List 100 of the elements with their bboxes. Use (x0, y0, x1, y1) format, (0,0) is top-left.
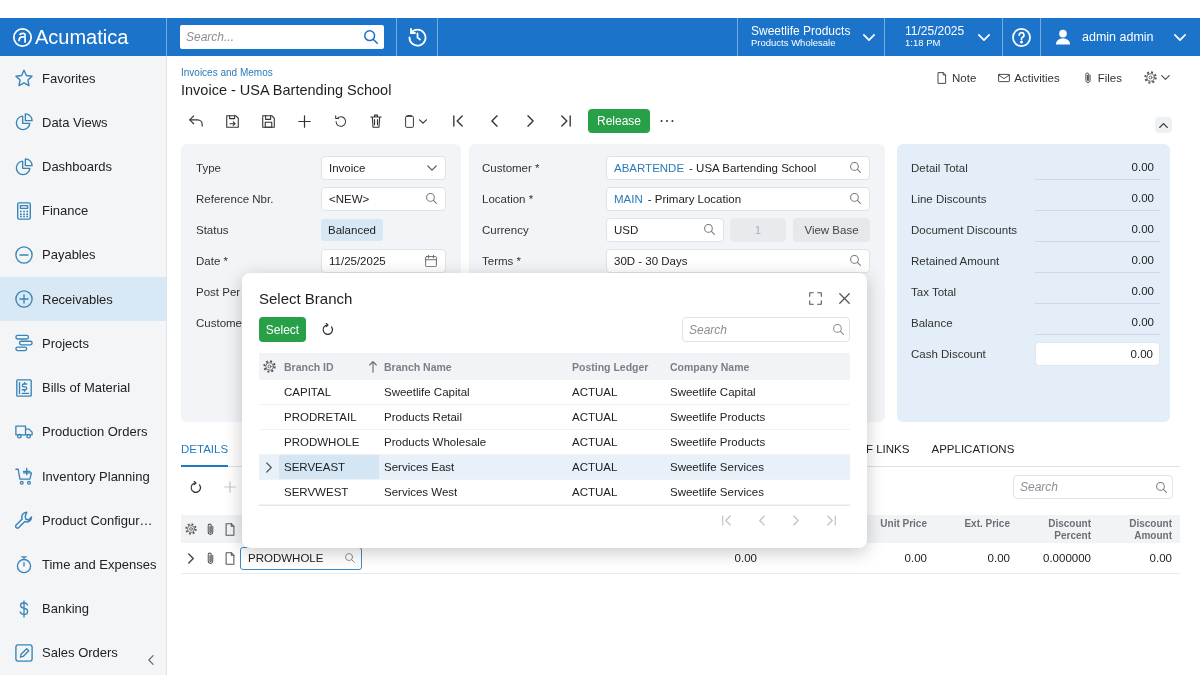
undo-icon[interactable] (333, 114, 347, 128)
help-icon[interactable] (1012, 27, 1031, 47)
table-cell-text: 0.00 (733, 552, 758, 564)
search-icon[interactable] (833, 324, 844, 335)
return-arrow-icon[interactable] (189, 115, 203, 127)
plus-icon[interactable] (297, 114, 311, 128)
breadcrumb-link[interactable]: Invoices and Memos (181, 66, 392, 80)
sidebar-item[interactable]: Product Configur… (0, 498, 166, 543)
view-base-button[interactable]: View Base (793, 217, 870, 242)
action-button[interactable]: Activities (998, 71, 1060, 84)
sidebar-item[interactable]: Payables (0, 232, 166, 278)
tab[interactable]: APPLICATIONS (931, 432, 1015, 467)
action-button[interactable]: Note (936, 71, 977, 84)
lookup-field[interactable]: USD (606, 217, 724, 242)
user-menu[interactable]: admin admin (1040, 18, 1200, 56)
dropdown-field[interactable]: Invoice (321, 155, 446, 180)
minus-circle-icon (15, 246, 33, 264)
table-row[interactable]: CAPITAL Sweetlife Capital ACTUAL Sweetlife Capital (259, 380, 850, 405)
search-field[interactable]: Search (682, 317, 850, 342)
chevron-left-icon[interactable] (490, 115, 498, 127)
lookup-field[interactable]: <NEW> (321, 186, 446, 211)
search-field[interactable]: Search... (180, 25, 384, 49)
sidebar-item[interactable]: Bills of Material (0, 365, 166, 410)
table-cell-text: 0.000000 (1042, 552, 1092, 564)
chevron-right-icon (266, 461, 272, 473)
date-selector[interactable]: 11/25/2025 1:18 PM (884, 18, 1002, 56)
table-cell-text: 0.00 (903, 552, 928, 564)
lookup-field[interactable]: ABARTENDE - USA Bartending School (606, 155, 870, 180)
table-row[interactable]: PRODRETAIL Products Retail ACTUAL Sweetlife Products (259, 405, 850, 430)
column-header[interactable]: Branch ID (284, 360, 334, 373)
search-icon[interactable] (1156, 481, 1167, 493)
sidebar-item[interactable]: Time and Expenses (0, 542, 166, 587)
amount-value: 0.00 (1035, 155, 1160, 180)
table-row[interactable]: SERVWEST Services West ACTUAL Sweetlife Services (259, 480, 850, 505)
lookup-field[interactable]: 30D - 30 Days (606, 248, 870, 273)
sidebar-item[interactable]: Favorites (0, 56, 166, 101)
settings-icon[interactable] (184, 523, 197, 535)
page-title: Invoice - USA Bartending School (181, 81, 392, 100)
close-icon[interactable] (839, 292, 850, 304)
file-icon[interactable] (225, 551, 235, 565)
search-icon[interactable] (364, 30, 378, 44)
search-icon (850, 193, 861, 204)
sidebar-item[interactable]: Production Orders (0, 409, 166, 454)
refresh-icon[interactable] (322, 323, 334, 336)
code-link[interactable]: ABARTENDE (614, 161, 685, 174)
search-field[interactable]: Search (1013, 475, 1173, 499)
last-page-icon[interactable] (561, 115, 571, 127)
sidebar-item[interactable]: Sales Orders (0, 630, 166, 675)
trash-icon[interactable] (370, 114, 382, 128)
dialog-title: Select Branch (259, 289, 353, 307)
paperclip-icon[interactable] (206, 551, 214, 565)
file-icon (936, 71, 949, 84)
chevron-up-icon (1159, 122, 1168, 128)
amount-value: 0.00 (1035, 248, 1160, 273)
chevron-right-icon[interactable] (526, 115, 534, 127)
pie-chart-icon (15, 157, 33, 176)
column-header[interactable]: Company Name (670, 360, 750, 373)
chevron-right-icon[interactable] (187, 552, 194, 564)
code-link[interactable]: MAIN (614, 192, 643, 205)
tab[interactable]: DETAILS (181, 432, 229, 467)
date-field[interactable]: 11/25/2025 (321, 248, 446, 273)
clipboard-icon[interactable] (403, 114, 415, 128)
settings-icon[interactable] (262, 360, 276, 373)
calculator-icon (15, 201, 33, 220)
amount-field[interactable]: 0.00 (1035, 341, 1160, 366)
settings-button[interactable] (1144, 71, 1170, 84)
lookup-field[interactable]: MAIN - Primary Location (606, 186, 870, 211)
table-cell-text: ACTUAL (571, 410, 619, 425)
sidebar-item[interactable]: Inventory Planning (0, 453, 166, 499)
action-button[interactable]: Files (1081, 71, 1122, 84)
history-icon[interactable] (407, 27, 427, 47)
status-badge: Balanced (321, 218, 383, 241)
more-icon[interactable] (660, 119, 675, 123)
field-label: Terms * (482, 254, 522, 267)
sidebar-item[interactable]: Receivables (0, 277, 166, 322)
dollar-document-icon (15, 378, 33, 397)
logo-text: Acumatica (35, 25, 129, 49)
floppy-icon[interactable] (261, 114, 275, 128)
sidebar-item[interactable]: Finance (0, 188, 166, 233)
envelope-icon (998, 71, 1011, 84)
logo-icon (13, 27, 32, 47)
branch-field[interactable]: PRODWHOLE (240, 546, 362, 570)
collapse-button[interactable] (1155, 117, 1172, 133)
tab[interactable]: F LINKS (866, 432, 910, 467)
branch-selector[interactable]: Sweetlife Products Products Wholesale (737, 18, 884, 56)
table-cell-text: PRODWHOLE (283, 435, 361, 450)
refresh-icon[interactable] (190, 480, 202, 494)
column-header[interactable]: Branch Name (384, 360, 452, 373)
column-header[interactable]: Posting Ledger (572, 360, 649, 373)
maximize-icon[interactable] (809, 291, 822, 305)
sidebar-item[interactable]: Banking (0, 586, 166, 631)
table-row[interactable]: SERVEAST Services East ACTUAL Sweetlife Services (259, 455, 850, 480)
column-header: Ext. Price (963, 517, 1011, 531)
table-cell-text: 0.00 (986, 552, 1011, 564)
sidebar-item[interactable]: Dashboards (0, 144, 166, 189)
first-page-icon[interactable] (453, 115, 463, 127)
sidebar-item[interactable]: Projects (0, 321, 166, 366)
floppy-arrow-icon[interactable] (225, 114, 239, 128)
pencil-square-icon (15, 643, 33, 662)
sidebar-item[interactable]: Data Views (0, 100, 166, 145)
